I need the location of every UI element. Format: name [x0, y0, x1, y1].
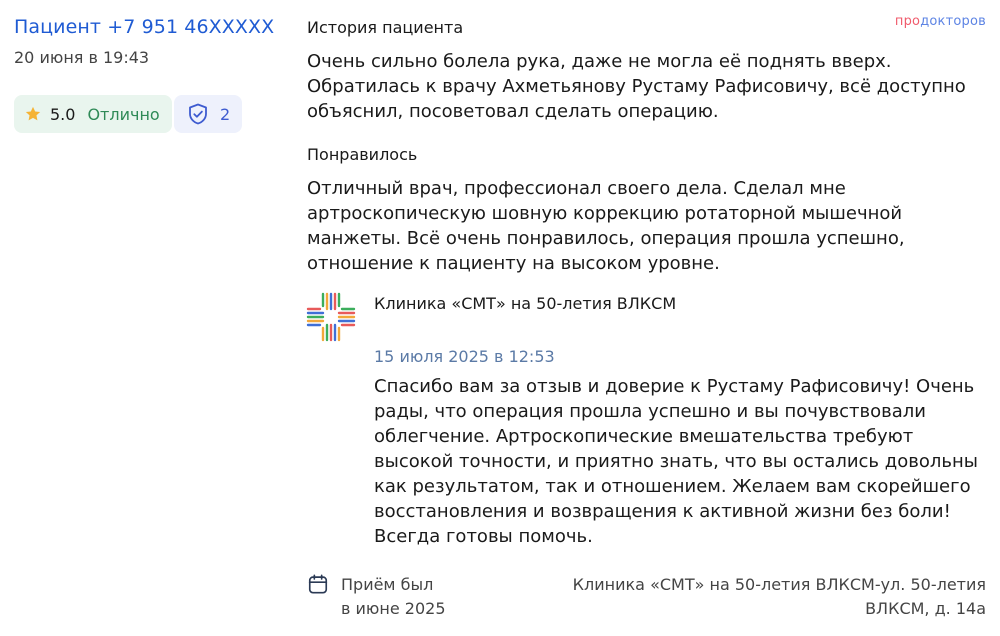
shield-check-icon: [189, 103, 207, 125]
visit-address-line1: Клиника «СМТ» на 50-летия ВЛКСМ-ул. 50-л…: [572, 575, 986, 594]
clinic-cross-logo: [306, 292, 356, 342]
review-date: 20 июня в 19:43: [14, 48, 150, 67]
brand-logo[interactable]: продокторов: [895, 14, 986, 29]
reply-date: 15 июля 2025 в 12:53: [374, 347, 555, 366]
calendar-icon: [308, 574, 328, 594]
brand-logo-part1: про: [894, 14, 921, 29]
history-title: История пациента: [307, 18, 464, 37]
reply-text: Спасибо вам за отзыв и доверие к Рустаму…: [374, 376, 978, 547]
rating-value: 5.0: [50, 104, 76, 124]
brand-logo-part2: докторов: [920, 14, 986, 29]
liked-text: Отличный врач, профессионал своего дела.…: [307, 178, 905, 274]
star-icon: [25, 106, 41, 121]
verified-badge[interactable]: 2: [174, 95, 243, 133]
visit-line1: Приём был: [341, 575, 434, 594]
rating-badge: 5.0 Отлично: [14, 95, 172, 133]
visit-address: Клиника «СМТ» на 50-летия ВЛКСМ-ул. 50-л…: [546, 573, 986, 621]
rating-word: Отлично: [87, 104, 160, 124]
verified-count: 2: [220, 104, 231, 124]
history-text: Очень сильно болела рука, даже не могла …: [307, 51, 966, 122]
clinic-name: Клиника «СМТ» на 50-летия ВЛКСМ: [374, 294, 677, 313]
visit-line2: в июне 2025: [341, 599, 446, 618]
liked-title: Понравилось: [307, 145, 418, 164]
patient-name-link[interactable]: Пациент +7 951 46XXXXX: [14, 16, 274, 38]
visit-date: Приём был в июне 2025: [341, 573, 491, 621]
visit-address-line2: ВЛКСМ, д. 14а: [865, 599, 986, 618]
